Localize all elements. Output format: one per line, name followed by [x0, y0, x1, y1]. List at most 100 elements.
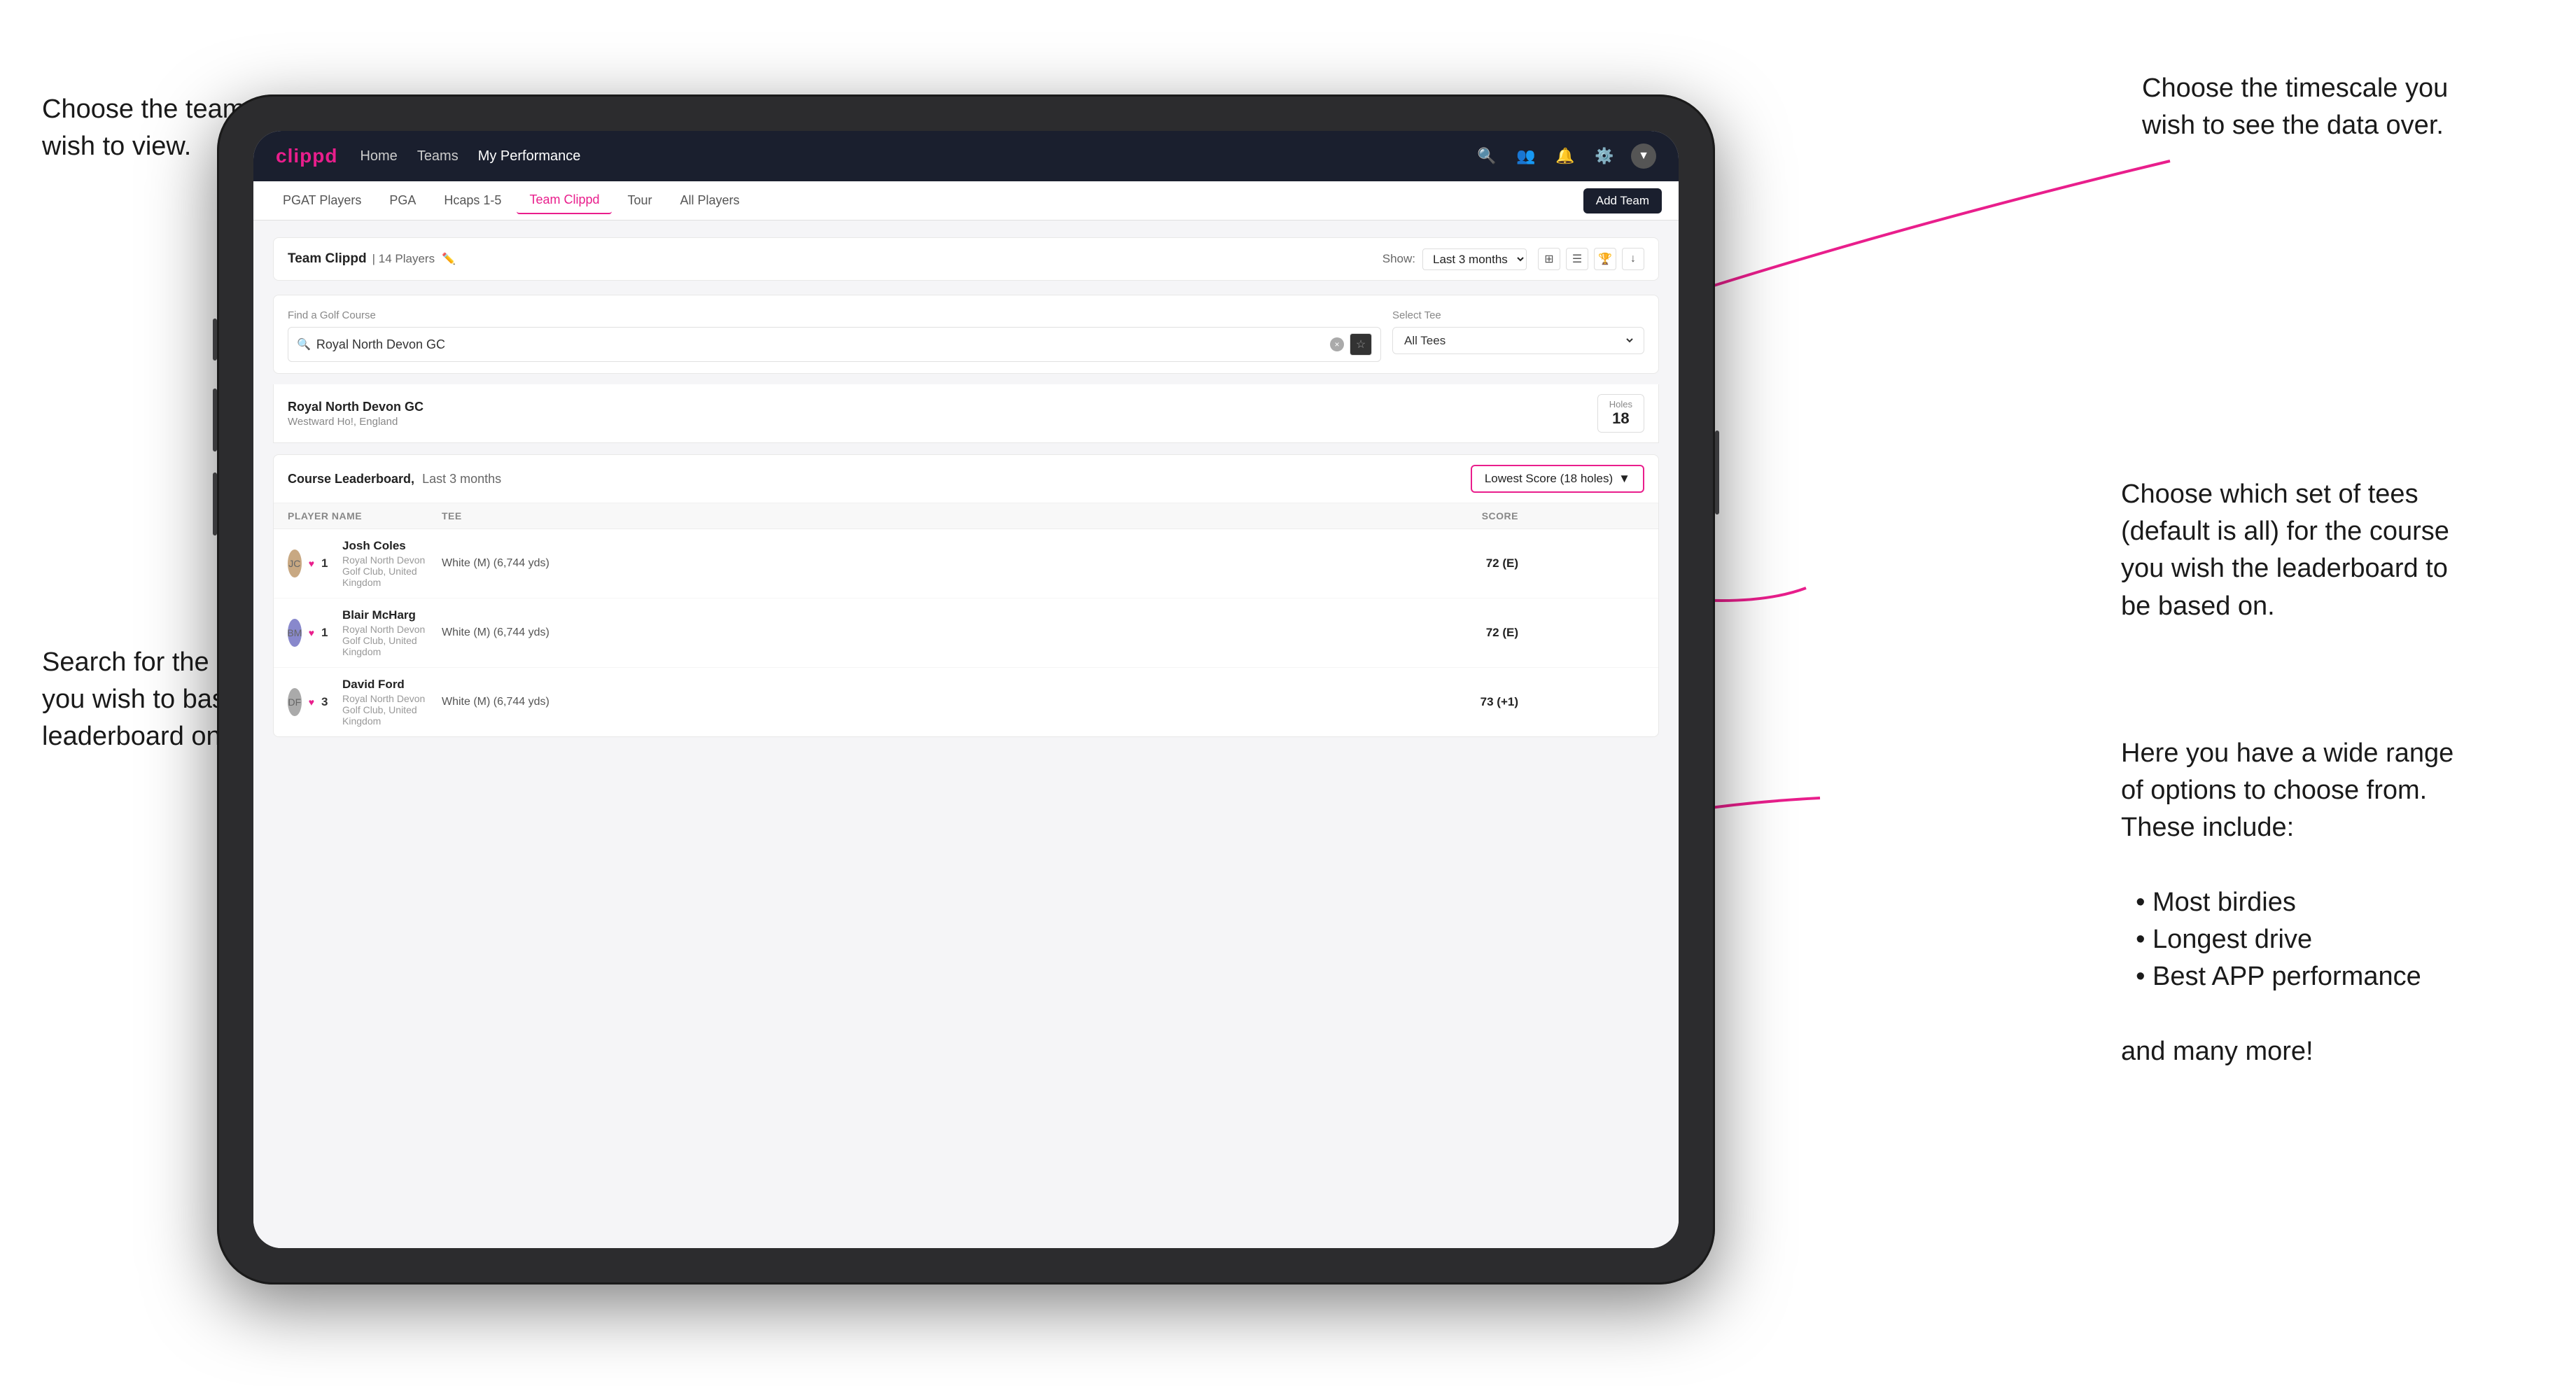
course-field-label: Find a Golf Course [288, 309, 1381, 321]
tee-select-col: Select Tee All Tees [1392, 309, 1644, 362]
player-name-3: David Ford [342, 678, 442, 692]
settings-icon[interactable]: ⚙️ [1592, 144, 1617, 169]
navbar: clippd Home Teams My Performance 🔍 👥 🔔 ⚙… [253, 131, 1679, 181]
course-search-input[interactable] [316, 337, 1324, 352]
nav-home[interactable]: Home [360, 148, 397, 164]
tab-pgat-players[interactable]: PGAT Players [270, 188, 374, 214]
col-player: PLAYER NAME [288, 510, 442, 522]
ipad-device: clippd Home Teams My Performance 🔍 👥 🔔 ⚙… [217, 94, 1715, 1284]
score-cell-2: 72 (E) [1336, 626, 1518, 640]
tab-hcaps[interactable]: Hcaps 1-5 [431, 188, 514, 214]
player-name-2: Blair McHarg [342, 608, 442, 622]
col-score: SCORE [1336, 510, 1518, 522]
player-cell-3: DF ♥ 3 David Ford Royal North Devon Golf… [288, 678, 442, 727]
score-type-button[interactable]: Lowest Score (18 holes) ▼ [1471, 465, 1644, 493]
search-icon[interactable]: 🔍 [1474, 144, 1499, 169]
player-club-3: Royal North Devon Golf Club, United King… [342, 693, 442, 727]
ipad-button [213, 388, 217, 451]
tee-select-wrap: All Tees [1392, 327, 1644, 354]
holes-box: Holes 18 [1597, 394, 1644, 433]
rank-3: 3 [321, 695, 335, 709]
people-icon[interactable]: 👥 [1513, 144, 1539, 169]
annotation-bottom-right: Here you have a wide range of options to… [2121, 735, 2541, 1070]
screen: clippd Home Teams My Performance 🔍 👥 🔔 ⚙… [253, 131, 1679, 1248]
team-count: | 14 Players [372, 252, 435, 266]
team-title: Team Clippd [288, 251, 367, 267]
heart-icon-1[interactable]: ♥ [309, 558, 314, 569]
player-avatar-1: JC [288, 550, 302, 578]
heart-icon-3[interactable]: ♥ [309, 696, 314, 708]
score-cell-1: 72 (E) [1336, 556, 1518, 570]
col-tee: TEE [442, 510, 1336, 522]
ipad-button [213, 472, 217, 536]
tab-tour[interactable]: Tour [615, 188, 664, 214]
download-icon[interactable]: ↓ [1622, 248, 1644, 270]
team-header: Team Clippd | 14 Players ✏️ Show: Last 3… [273, 237, 1659, 281]
edit-icon[interactable]: ✏️ [442, 252, 456, 266]
leaderboard-title: Course Leaderboard, Last 3 months [288, 472, 501, 486]
tee-field-label: Select Tee [1392, 309, 1644, 321]
table-row: BM ♥ 1 Blair McHarg Royal North Devon Go… [274, 598, 1658, 668]
player-details-2: Blair McHarg Royal North Devon Golf Club… [342, 608, 442, 657]
main-content: Team Clippd | 14 Players ✏️ Show: Last 3… [253, 220, 1679, 1248]
tab-pga[interactable]: PGA [377, 188, 428, 214]
course-search-col: Find a Golf Course 🔍 × ☆ [288, 309, 1381, 362]
tee-cell-3: White (M) (6,744 yds) [442, 696, 1336, 708]
user-avatar[interactable]: ▼ [1631, 144, 1656, 169]
holes-label: Holes [1609, 399, 1632, 410]
nav-my-performance[interactable]: My Performance [478, 148, 581, 164]
course-search-wrap: 🔍 × ☆ [288, 327, 1381, 362]
tee-cell-1: White (M) (6,744 yds) [442, 557, 1336, 570]
tee-select[interactable]: All Tees [1401, 333, 1635, 348]
navbar-icons: 🔍 👥 🔔 ⚙️ ▼ [1474, 144, 1656, 169]
player-details-3: David Ford Royal North Devon Golf Club, … [342, 678, 442, 727]
score-cell-3: 73 (+1) [1336, 695, 1518, 709]
player-avatar-3: DF [288, 688, 302, 716]
tab-team-clippd[interactable]: Team Clippd [517, 187, 612, 214]
leaderboard-header: Course Leaderboard, Last 3 months Lowest… [274, 455, 1658, 503]
player-club-1: Royal North Devon Golf Club, United King… [342, 554, 442, 588]
course-name: Royal North Devon GC [288, 400, 1597, 414]
time-range-select[interactable]: Last 3 months [1422, 248, 1527, 270]
table-header: PLAYER NAME TEE SCORE [274, 503, 1658, 529]
course-info: Royal North Devon GC Westward Ho!, Engla… [288, 400, 1597, 428]
player-cell-2: BM ♥ 1 Blair McHarg Royal North Devon Go… [288, 608, 442, 657]
rank-2: 1 [321, 626, 335, 640]
table-row: JC ♥ 1 Josh Coles Royal North Devon Golf… [274, 529, 1658, 598]
ipad-button [1715, 430, 1719, 514]
search-icon-small: 🔍 [297, 337, 311, 351]
table-row: DF ♥ 3 David Ford Royal North Devon Golf… [274, 668, 1658, 736]
annotation-middle-right: Choose which set of tees (default is all… [2121, 476, 2541, 625]
player-details-1: Josh Coles Royal North Devon Golf Club, … [342, 539, 442, 588]
ipad-button [213, 318, 217, 360]
brand-logo: clippd [276, 145, 337, 167]
grid-view-icon[interactable]: ⊞ [1538, 248, 1560, 270]
leaderboard-section: Course Leaderboard, Last 3 months Lowest… [273, 454, 1659, 737]
search-section: Find a Golf Course 🔍 × ☆ Select Tee Al [273, 295, 1659, 374]
player-club-2: Royal North Devon Golf Club, United King… [342, 624, 442, 657]
search-row: Find a Golf Course 🔍 × ☆ Select Tee Al [288, 309, 1644, 362]
list-view-icon[interactable]: ☰ [1566, 248, 1588, 270]
navbar-links: Home Teams My Performance [360, 148, 1452, 164]
show-label: Show: [1382, 252, 1415, 266]
course-location: Westward Ho!, England [288, 416, 1597, 428]
annotation-top-right: Choose the timescale you wish to see the… [2142, 70, 2534, 144]
player-name-1: Josh Coles [342, 539, 442, 553]
tee-cell-2: White (M) (6,744 yds) [442, 626, 1336, 639]
heart-icon-2[interactable]: ♥ [309, 627, 314, 638]
rank-1: 1 [321, 556, 335, 570]
favorite-button[interactable]: ☆ [1350, 333, 1372, 356]
holes-number: 18 [1609, 410, 1632, 428]
nav-teams[interactable]: Teams [417, 148, 458, 164]
tab-all-players[interactable]: All Players [668, 188, 752, 214]
subnav: PGAT Players PGA Hcaps 1-5 Team Clippd T… [253, 181, 1679, 220]
chevron-down-icon: ▼ [1618, 472, 1630, 486]
player-cell-1: JC ♥ 1 Josh Coles Royal North Devon Golf… [288, 539, 442, 588]
course-result-row: Royal North Devon GC Westward Ho!, Engla… [273, 384, 1659, 443]
add-team-button[interactable]: Add Team [1583, 188, 1662, 214]
view-icons: ⊞ ☰ 🏆 ↓ [1538, 248, 1644, 270]
trophy-icon[interactable]: 🏆 [1594, 248, 1616, 270]
clear-search-button[interactable]: × [1330, 337, 1344, 351]
player-avatar-2: BM [288, 619, 302, 647]
bell-icon[interactable]: 🔔 [1553, 144, 1578, 169]
